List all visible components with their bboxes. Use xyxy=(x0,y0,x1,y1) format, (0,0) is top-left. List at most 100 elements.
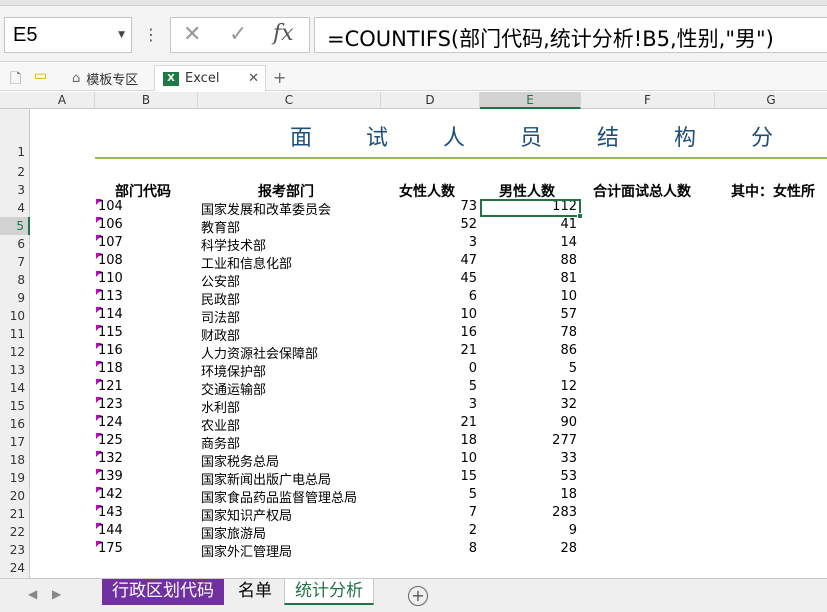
row-header-3[interactable]: 3 xyxy=(0,181,30,199)
cell-female-count[interactable]: 7 xyxy=(381,505,477,520)
cell-female-count[interactable]: 45 xyxy=(381,271,477,286)
cell-female-count[interactable]: 15 xyxy=(381,469,477,484)
cell-female-count[interactable]: 21 xyxy=(381,343,477,358)
cell-dept-name[interactable]: 国家食品药品监督管理总局 xyxy=(201,487,357,506)
row-header-24[interactable]: 24 xyxy=(0,559,30,577)
row-header-6[interactable]: 6 xyxy=(0,235,30,253)
header-dept-code[interactable]: 部门代码 xyxy=(115,181,171,201)
cell-dept-name[interactable]: 人力资源社会保障部 xyxy=(201,343,318,362)
header-male-count[interactable]: 男性人数 xyxy=(499,181,555,201)
cell-female-count[interactable]: 10 xyxy=(381,307,477,322)
cell-dept-code[interactable]: 114 xyxy=(98,307,123,322)
cell-dept-code[interactable]: 108 xyxy=(98,253,123,268)
cell-dept-code[interactable]: 132 xyxy=(98,451,123,466)
row-header-17[interactable]: 17 xyxy=(0,433,30,451)
header-total-count[interactable]: 合计面试总人数 xyxy=(593,181,691,201)
cell-male-count[interactable]: 90 xyxy=(480,415,577,430)
column-header-c[interactable]: C xyxy=(198,92,381,109)
row-header-19[interactable]: 19 xyxy=(0,469,30,487)
cell-dept-name[interactable]: 国家知识产权局 xyxy=(201,505,292,524)
column-header-f[interactable]: F xyxy=(581,92,715,109)
cell-dept-code[interactable]: 143 xyxy=(98,505,123,520)
cell-male-count[interactable]: 28 xyxy=(480,541,577,556)
row-header-7[interactable]: 7 xyxy=(0,253,30,271)
cell-female-count[interactable]: 0 xyxy=(381,361,477,376)
row-header-11[interactable]: 11 xyxy=(0,325,30,343)
add-sheet-icon[interactable]: + xyxy=(408,586,428,606)
cell-dept-code[interactable]: 118 xyxy=(98,361,123,376)
row-header-20[interactable]: 20 xyxy=(0,487,30,505)
cell-dept-name[interactable]: 国家新闻出版广电总局 xyxy=(201,469,331,488)
sheet-tab-statistics[interactable]: 统计分析 xyxy=(284,579,374,605)
row-header-22[interactable]: 22 xyxy=(0,523,30,541)
header-dept-name[interactable]: 报考部门 xyxy=(258,181,314,201)
cell-female-count[interactable]: 18 xyxy=(381,433,477,448)
cell-dept-name[interactable]: 工业和信息化部 xyxy=(201,253,292,272)
cell-dept-code[interactable]: 113 xyxy=(98,289,123,304)
column-header-g[interactable]: G xyxy=(715,92,827,109)
cell-dept-code[interactable]: 125 xyxy=(98,433,123,448)
cell-male-count[interactable]: 32 xyxy=(480,397,577,412)
row-header-18[interactable]: 18 xyxy=(0,451,30,469)
active-cell-selection[interactable] xyxy=(480,199,581,217)
cell-female-count[interactable]: 52 xyxy=(381,217,477,232)
cell-female-count[interactable]: 2 xyxy=(381,523,477,538)
prev-sheet-icon[interactable]: ◀ xyxy=(28,587,37,601)
fx-icon[interactable]: fx xyxy=(273,21,294,46)
cell-male-count[interactable]: 78 xyxy=(480,325,577,340)
cell-dept-name[interactable]: 交通运输部 xyxy=(201,379,266,398)
cell-female-count[interactable]: 16 xyxy=(381,325,477,340)
sheet-tab-list[interactable]: 名单 xyxy=(228,579,282,605)
cell-dept-name[interactable]: 环境保护部 xyxy=(201,361,266,380)
header-female-count[interactable]: 女性人数 xyxy=(399,181,455,201)
cell-dept-code[interactable]: 142 xyxy=(98,487,123,502)
folder-icon[interactable]: ▭ xyxy=(34,68,47,84)
cell-dept-code[interactable]: 175 xyxy=(98,541,123,556)
cell-dept-name[interactable]: 国家外汇管理局 xyxy=(201,541,292,560)
cancel-icon[interactable]: ✕ xyxy=(183,22,201,47)
column-header-e[interactable]: E xyxy=(480,92,581,109)
row-header-9[interactable]: 9 xyxy=(0,289,30,307)
cell-male-count[interactable]: 12 xyxy=(480,379,577,394)
enter-icon[interactable]: ✓ xyxy=(229,22,247,47)
cell-dept-code[interactable]: 123 xyxy=(98,397,123,412)
row-header-16[interactable]: 16 xyxy=(0,415,30,433)
cell-dept-name[interactable]: 民政部 xyxy=(201,289,240,308)
row-header-14[interactable]: 14 xyxy=(0,379,30,397)
name-box[interactable]: E5 ▼ xyxy=(4,17,132,53)
cell-female-count[interactable]: 73 xyxy=(381,199,477,214)
row-header-15[interactable]: 15 xyxy=(0,397,30,415)
column-header-d[interactable]: D xyxy=(381,92,480,109)
cell-dept-name[interactable]: 商务部 xyxy=(201,433,240,452)
row-header-12[interactable]: 12 xyxy=(0,343,30,361)
cell-dept-name[interactable]: 公安部 xyxy=(201,271,240,290)
cell-female-count[interactable]: 47 xyxy=(381,253,477,268)
cell-dept-name[interactable]: 国家税务总局 xyxy=(201,451,279,470)
cell-male-count[interactable]: 86 xyxy=(480,343,577,358)
cell-dept-name[interactable]: 教育部 xyxy=(201,217,240,236)
cell-dept-code[interactable]: 106 xyxy=(98,217,123,232)
cell-male-count[interactable]: 277 xyxy=(480,433,577,448)
tab-template-zone[interactable]: ⌂ 模板专区 xyxy=(62,65,152,91)
cell-female-count[interactable]: 3 xyxy=(381,397,477,412)
cell-male-count[interactable]: 88 xyxy=(480,253,577,268)
cell-dept-name[interactable]: 国家旅游局 xyxy=(201,523,266,542)
row-header-21[interactable]: 21 xyxy=(0,505,30,523)
cell-male-count[interactable]: 53 xyxy=(480,469,577,484)
row-header-5[interactable]: 5 xyxy=(0,217,30,235)
cell-dept-code[interactable]: 139 xyxy=(98,469,123,484)
cell-female-count[interactable]: 10 xyxy=(381,451,477,466)
cell-dept-code[interactable]: 115 xyxy=(98,325,123,340)
fill-handle[interactable] xyxy=(577,213,583,219)
cell-female-count[interactable]: 5 xyxy=(381,379,477,394)
row-header-8[interactable]: 8 xyxy=(0,271,30,289)
cell-dept-name[interactable]: 农业部 xyxy=(201,415,240,434)
formula-input[interactable]: =COUNTIFS(部门代码,统计分析!B5,性别,"男") xyxy=(314,17,827,53)
cell-male-count[interactable]: 57 xyxy=(480,307,577,322)
cell-dept-name[interactable]: 司法部 xyxy=(201,307,240,326)
cell-female-count[interactable]: 6 xyxy=(381,289,477,304)
chevron-down-icon[interactable]: ▼ xyxy=(118,30,125,40)
row-header-1[interactable]: 1 xyxy=(0,109,30,163)
row-header-23[interactable]: 23 xyxy=(0,541,30,559)
tab-excel[interactable]: X Excel ✕ xyxy=(154,65,266,91)
